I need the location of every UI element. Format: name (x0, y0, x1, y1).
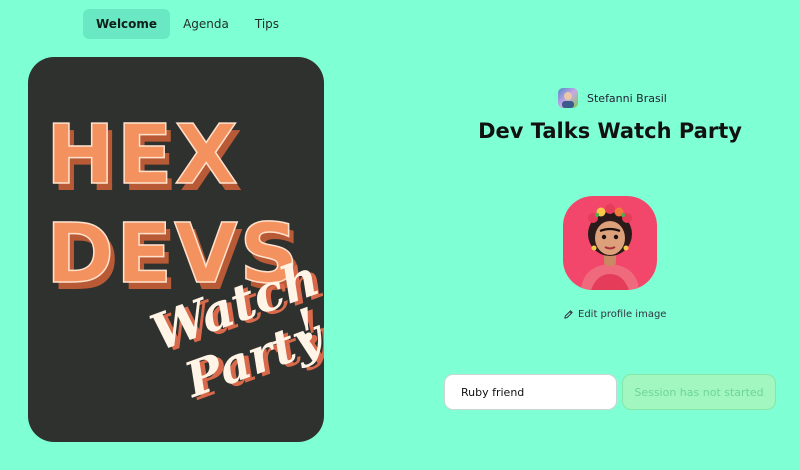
display-name-input[interactable] (444, 374, 617, 410)
profile-image[interactable] (563, 196, 657, 290)
top-nav: Welcome Agenda Tips (83, 9, 292, 39)
avatar-icon (558, 88, 578, 108)
host-info: Stefanni Brasil (558, 88, 667, 108)
poster-line1: HEX (46, 108, 240, 203)
tab-tips[interactable]: Tips (242, 9, 292, 39)
pencil-icon (564, 310, 573, 319)
session-status-button[interactable]: Session has not started (622, 374, 776, 410)
poster-artwork: HEX HEX DEVS DEVS Watch Watch Party Part… (45, 107, 324, 412)
edit-profile-image-link[interactable]: Edit profile image (563, 309, 666, 320)
tab-agenda[interactable]: Agenda (170, 9, 242, 39)
event-poster-image: HEX HEX DEVS DEVS Watch Watch Party Part… (28, 57, 324, 442)
edit-profile-image-label: Edit profile image (578, 309, 667, 320)
avatar-illustration (581, 204, 639, 290)
tab-welcome[interactable]: Welcome (83, 9, 171, 39)
page-title: Dev Talks Watch Party (478, 119, 742, 143)
host-name: Stefanni Brasil (587, 91, 667, 105)
